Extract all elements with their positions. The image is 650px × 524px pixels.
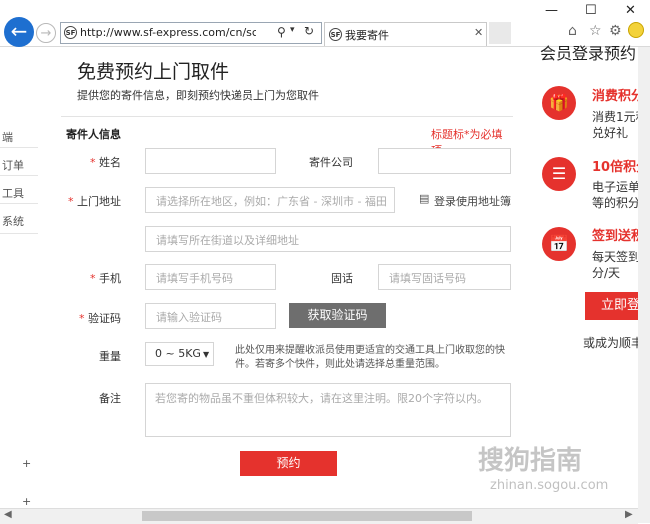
address-book-link[interactable]: 登录使用地址簿 xyxy=(434,193,511,209)
code-label: * 验证码 xyxy=(79,312,121,325)
get-code-button[interactable]: 获取验证码 xyxy=(289,303,386,328)
divider xyxy=(0,203,38,204)
smiley-icon[interactable] xyxy=(628,22,644,38)
code-input[interactable]: 请输入验证码 xyxy=(145,303,276,329)
expand-icon[interactable]: + xyxy=(22,457,31,470)
new-tab-button[interactable] xyxy=(489,22,511,44)
name-label: * 姓名 xyxy=(90,156,121,169)
vertical-scrollbar[interactable] xyxy=(638,47,650,523)
remark-label: 备注 xyxy=(99,392,121,405)
phone-label: * 手机 xyxy=(90,272,121,285)
tel-label: 固话 xyxy=(331,272,353,285)
divider xyxy=(0,147,38,148)
benefit-text: 兑好礼 xyxy=(592,126,629,140)
site-logo-icon: SF xyxy=(64,26,77,39)
pickup-form-dialog: 免费预约上门取件 提供您的寄件信息，即刻预约快递员上门为您取件 寄件人信息 标题… xyxy=(61,47,513,508)
scroll-right-icon[interactable]: ▶ xyxy=(625,509,633,520)
gift-icon: 🎁 xyxy=(542,86,576,120)
horizontal-scroll-thumb[interactable] xyxy=(142,511,472,521)
benefit-text: 分/天 xyxy=(592,266,621,280)
url-text[interactable]: http://www.sf-express.com/cn/sc/dynami xyxy=(80,26,256,39)
tab-current[interactable]: SF 我要寄件 ✕ xyxy=(324,22,487,46)
forward-button[interactable]: → xyxy=(36,23,56,43)
weight-value: 0 ~ 5KG xyxy=(155,347,201,360)
tab-title: 我要寄件 xyxy=(345,29,389,42)
tel-input[interactable]: 请填写固话号码 xyxy=(378,264,511,290)
submit-button[interactable]: 预约 xyxy=(240,451,337,476)
calendar-icon: 📅 xyxy=(542,227,576,261)
watermark-url: zhinan.sogou.com xyxy=(490,478,609,493)
company-label: 寄件公司 xyxy=(309,156,353,169)
divider xyxy=(0,175,38,176)
benefit-text: 每天签到 xyxy=(592,250,641,264)
company-input[interactable] xyxy=(378,148,511,174)
minimize-button[interactable]: — xyxy=(545,3,558,18)
benefit-text: 电子运单 xyxy=(592,180,641,194)
dropdown-icon[interactable]: ▾ xyxy=(290,25,295,35)
close-tab-icon[interactable]: ✕ xyxy=(474,26,483,39)
sidebar-item[interactable]: 订单 xyxy=(2,157,24,173)
form-subtitle: 提供您的寄件信息，即刻预约快递员上门为您取件 xyxy=(77,89,319,102)
watermark: 搜狗指南 xyxy=(478,446,583,476)
member-panel-title: 会员登录预约 xyxy=(540,44,637,63)
weight-select[interactable]: 0 ~ 5KG ▼ xyxy=(145,342,214,366)
weight-note: 此处仅用来提醒收派员使用更适宜的交通工具上门收取您的快件。若寄多个快件，则此处请… xyxy=(235,345,505,370)
phone-input[interactable]: 请填写手机号码 xyxy=(145,264,276,290)
benefit-text: 等的积分 xyxy=(592,196,641,210)
star-icon[interactable]: ☆ xyxy=(589,23,602,39)
refresh-icon[interactable]: ↻ xyxy=(304,24,314,38)
divider xyxy=(0,233,38,234)
sidebar-item[interactable]: 端 xyxy=(2,129,13,145)
address-book-icon[interactable]: ▤ xyxy=(419,192,429,205)
list-icon: ☰ xyxy=(542,157,576,191)
region-select[interactable]: 请选择所在地区，例如：广东省 - 深圳市 - 福田 xyxy=(145,187,395,213)
name-input[interactable] xyxy=(145,148,276,174)
gear-icon[interactable]: ⚙ xyxy=(609,23,622,39)
remark-textarea[interactable]: 若您寄的物品虽不重但体积较大，请在这里注明。限20个字符以内。 xyxy=(145,383,511,437)
expand-icon[interactable]: + xyxy=(22,495,31,508)
member-panel: 会员登录预约 🎁 消费积分奖 消费1元积1 兑好礼 ☰ 10倍积分 电子运单 等… xyxy=(510,44,650,508)
maximize-button[interactable]: ☐ xyxy=(585,3,597,18)
back-button[interactable]: ← xyxy=(4,17,34,47)
chevron-down-icon: ▼ xyxy=(202,350,210,359)
address-label: * 上门地址 xyxy=(68,195,121,208)
search-icon[interactable]: ⚲ xyxy=(277,25,286,39)
sidebar-item[interactable]: 工具 xyxy=(2,185,24,201)
benefit-title: 签到送积 xyxy=(592,229,645,244)
tab-favicon-icon: SF xyxy=(329,28,342,41)
section-label: 寄件人信息 xyxy=(66,128,121,141)
street-input[interactable]: 请填写所在街道以及详细地址 xyxy=(145,226,511,252)
form-title: 免费预约上门取件 xyxy=(77,61,230,83)
scroll-left-icon[interactable]: ◀ xyxy=(4,509,12,520)
divider xyxy=(61,116,513,117)
weight-label: 重量 xyxy=(99,350,121,363)
close-window-button[interactable]: ✕ xyxy=(625,3,636,18)
sidebar-item[interactable]: 系统 xyxy=(2,213,24,229)
address-bar[interactable]: SF http://www.sf-express.com/cn/sc/dynam… xyxy=(60,22,322,44)
home-icon[interactable]: ⌂ xyxy=(568,23,577,39)
left-sidebar: 端 订单 工具 系统 + + xyxy=(0,47,60,508)
